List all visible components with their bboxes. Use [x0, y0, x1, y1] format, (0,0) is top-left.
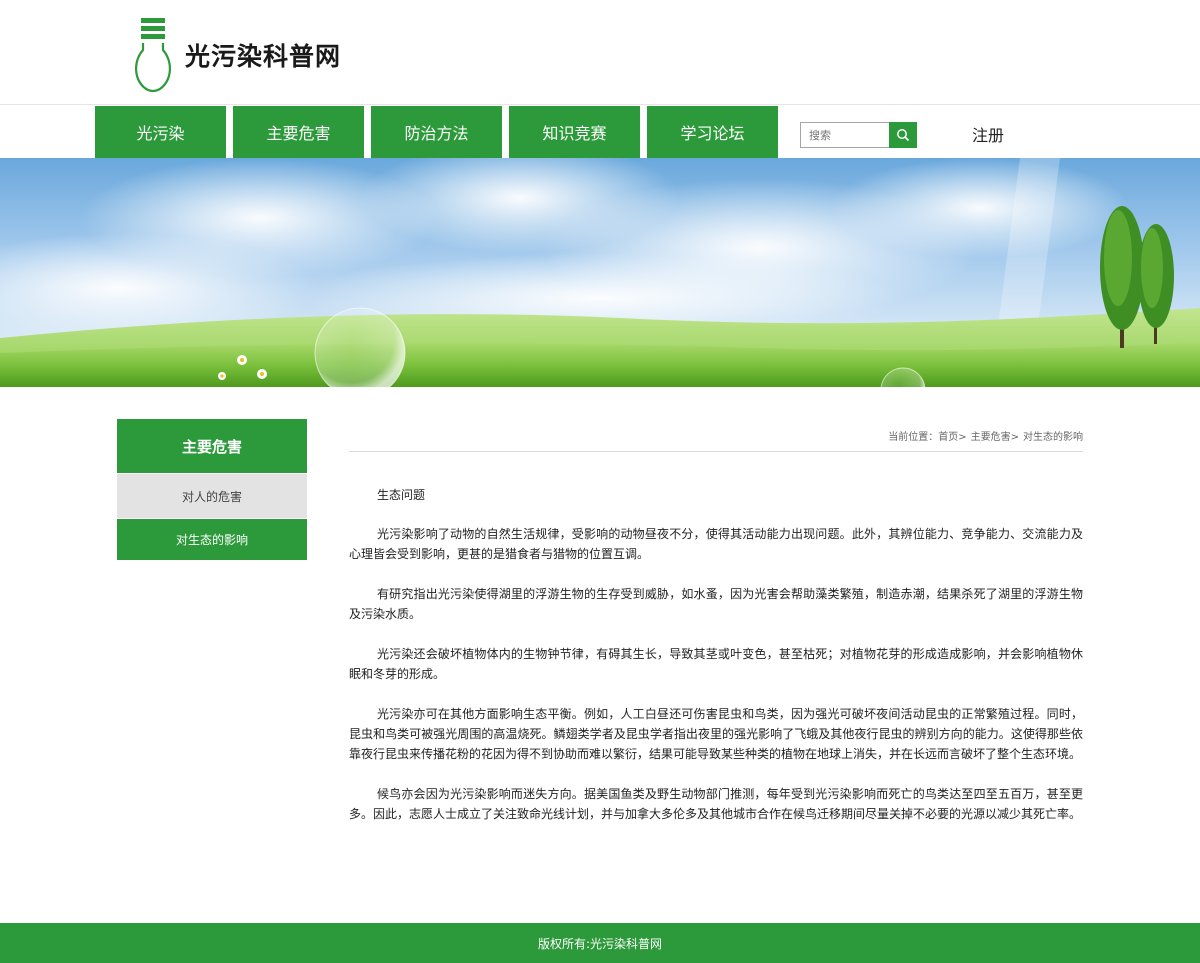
article-paragraph: 光污染亦可在其他方面影响生态平衡。例如，人工白昼还可伤害昆虫和鸟类，因为强光可破…: [349, 707, 1083, 761]
search-input[interactable]: [800, 122, 890, 148]
site-footer: 版权所有:光污染科普网: [0, 923, 1200, 963]
sidebar-item-human-hazards[interactable]: 对人的危害: [117, 474, 307, 518]
breadcrumb-main-hazards[interactable]: 主要危害>: [971, 428, 1019, 443]
site-header: 光污染科普网: [0, 0, 1200, 105]
article: 生态问题 光污染影响了动物的自然生活规律，受影响的动物昼夜不分，使得其活动能力出…: [349, 452, 1083, 824]
sidebar-title: 主要危害: [117, 419, 307, 473]
lightbulb-icon: [133, 16, 173, 94]
article-paragraph: 光污染还会破坏植物体内的生物钟节律，有碍其生长，导致其茎或叶变色，甚至枯死；对植…: [349, 647, 1083, 681]
sidebar-item-ecology-impact[interactable]: 对生态的影响: [117, 519, 307, 560]
nav-item-prevention[interactable]: 防治方法: [371, 106, 502, 158]
breadcrumb-home[interactable]: 首页>: [938, 428, 966, 443]
banner-image: [0, 158, 1200, 387]
sidebar: 主要危害 对人的危害 对生态的影响: [117, 419, 307, 560]
article-paragraph: 候鸟亦会因为光污染影响而迷失方向。据美国鱼类及野生动物部门推测，每年受到光污染影…: [349, 787, 1083, 821]
breadcrumb-prefix: 当前位置：: [888, 431, 939, 443]
article-paragraph: 光污染影响了动物的自然生活规律，受影响的动物昼夜不分，使得其活动能力出现问题。此…: [349, 527, 1083, 561]
article-heading: 生态问题: [377, 488, 426, 502]
nav-item-forum[interactable]: 学习论坛: [647, 106, 778, 158]
register-link[interactable]: 注册: [972, 122, 1004, 146]
copyright-text: 版权所有:光污染科普网: [537, 936, 663, 951]
search-button[interactable]: [889, 122, 917, 148]
nav-item-main-hazards[interactable]: 主要危害: [233, 106, 364, 158]
site-title: 光污染科普网: [185, 42, 342, 71]
article-paragraph: 有研究指出光污染使得湖里的浮游生物的生存受到威胁，如水蚤，因为光害会帮助藻类繁殖…: [349, 587, 1083, 621]
site-logo[interactable]: 光污染科普网: [133, 16, 341, 94]
main-content: 当前位置： 首页> 主要危害> 对生态的影响 生态问题 光污染影响了动物的自然生…: [349, 419, 1083, 844]
search-icon: [897, 129, 910, 142]
nav-item-light-pollution[interactable]: 光污染: [95, 106, 226, 158]
nav-item-quiz[interactable]: 知识竞赛: [509, 106, 640, 158]
main-nav: 光污染 主要危害 防治方法 知识竞赛 学习论坛: [0, 106, 1200, 158]
breadcrumb: 当前位置： 首页> 主要危害> 对生态的影响: [349, 419, 1083, 452]
breadcrumb-current: 对生态的影响: [1023, 431, 1083, 443]
